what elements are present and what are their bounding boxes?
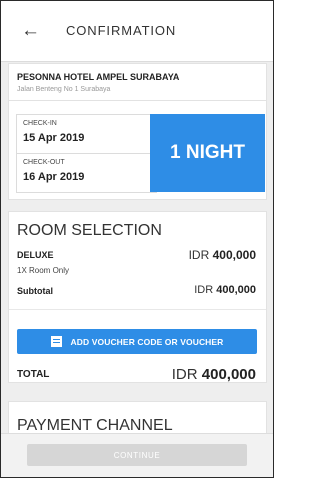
- room-selection-card: ROOM SELECTION DELUXE IDR 400,000 1X Roo…: [8, 211, 267, 383]
- app-bar: ← CONFIRMATION: [1, 1, 273, 62]
- voucher-list-icon: [50, 336, 62, 347]
- checkout-label: CHECK-OUT: [23, 159, 65, 166]
- subtotal-currency: IDR: [194, 284, 214, 296]
- room-price-currency: IDR: [188, 248, 210, 262]
- hotel-name: PESONNA HOTEL AMPEL SURABAYA: [17, 72, 180, 82]
- app-frame: ← CONFIRMATION PESONNA HOTEL AMPEL SURAB…: [0, 0, 274, 478]
- room-type: DELUXE: [17, 250, 54, 260]
- add-voucher-label: ADD VOUCHER CODE OR VOUCHER: [70, 336, 224, 347]
- subtotal-price: IDR 400,000: [194, 284, 256, 296]
- back-arrow-icon[interactable]: ←: [21, 21, 40, 41]
- total-currency: IDR: [171, 366, 198, 383]
- divider: [9, 309, 266, 310]
- subtotal-amount: 400,000: [216, 284, 256, 296]
- room-description: 1X Room Only: [17, 266, 70, 275]
- divider: [9, 100, 266, 101]
- total-label: TOTAL: [17, 369, 50, 380]
- continue-button[interactable]: CONTINUE: [27, 444, 247, 466]
- total-amount: 400,000: [201, 366, 256, 383]
- checkin-label: CHECK-IN: [23, 120, 57, 127]
- subtotal-label: Subtotal: [17, 286, 53, 296]
- add-voucher-button[interactable]: ADD VOUCHER CODE OR VOUCHER: [17, 329, 257, 354]
- nights-badge: 1 NIGHT: [150, 114, 265, 192]
- room-price: IDR 400,000: [189, 248, 256, 262]
- checkout-date: 16 Apr 2019: [23, 171, 85, 183]
- room-price-amount: 400,000: [212, 248, 256, 262]
- hotel-address: Jalan Benteng No 1 Surabaya: [17, 86, 111, 93]
- room-section-title: ROOM SELECTION: [17, 222, 162, 239]
- page-title: CONFIRMATION: [66, 23, 177, 38]
- total-price: IDR 400,000: [172, 366, 256, 383]
- bottom-bar: CONTINUE: [1, 433, 273, 477]
- checkout-box: CHECK-OUT 16 Apr 2019: [16, 153, 157, 193]
- hotel-card: PESONNA HOTEL AMPEL SURABAYA Jalan Bente…: [8, 63, 267, 200]
- checkin-date: 15 Apr 2019: [23, 132, 85, 144]
- checkin-box: CHECK-IN 15 Apr 2019: [16, 114, 157, 154]
